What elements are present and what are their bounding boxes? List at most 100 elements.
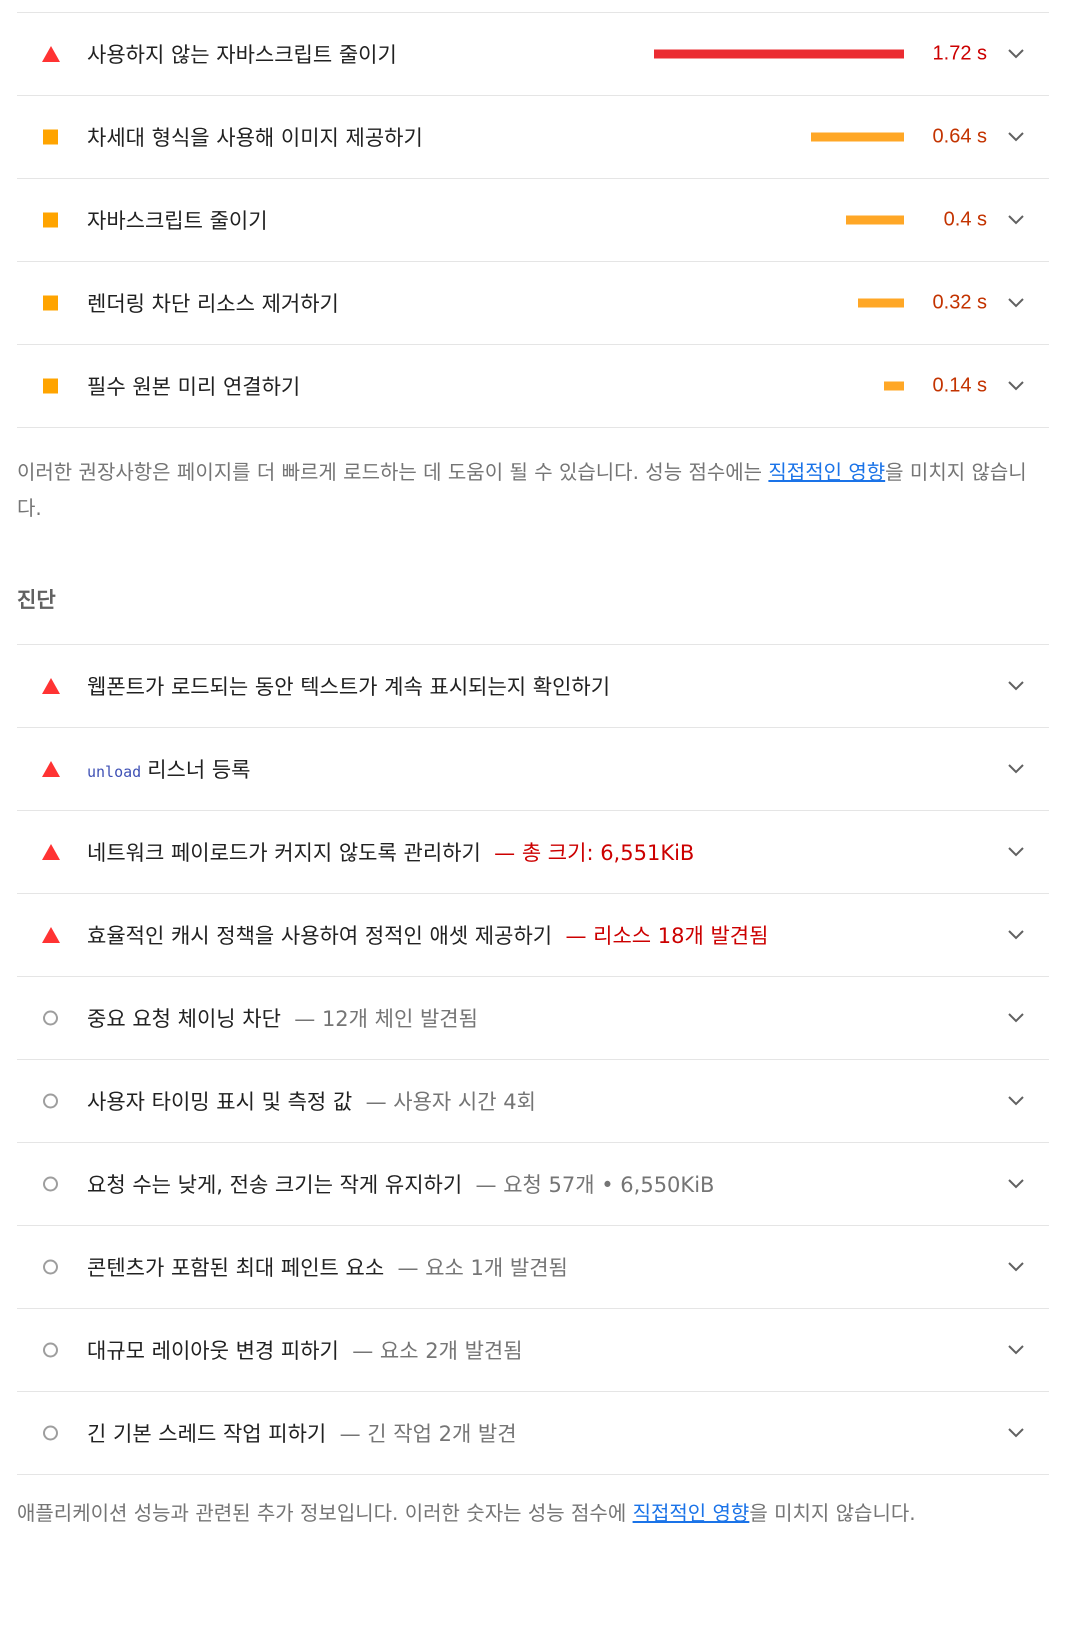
diagnostic-detail: — 12개 체인 발견됨	[294, 1007, 478, 1031]
diagnostic-title: 리스너 등록	[147, 758, 251, 782]
opportunity-title: 사용하지 않는 자바스크립트 줄이기	[87, 43, 397, 67]
diagnostics-note-suffix: 을 미치지 않습니다.	[749, 1501, 916, 1525]
diagnostic-title: 긴 기본 스레드 작업 피하기	[87, 1422, 327, 1446]
chevron-down-icon[interactable]	[1007, 846, 1025, 858]
diagnostic-title-wrap: 효율적인 캐시 정책을 사용하여 정적인 애셋 제공하기 — 리소스 18개 발…	[87, 920, 768, 950]
diagnostic-row[interactable]: 콘텐츠가 포함된 최대 페인트 요소 — 요소 1개 발견됨	[17, 1226, 1049, 1309]
diagnostic-title-wrap: 네트워크 페이로드가 커지지 않도록 관리하기 — 총 크기: 6,551KiB	[87, 837, 694, 867]
average-square-icon	[43, 295, 58, 311]
opportunity-title: 필수 원본 미리 연결하기	[87, 375, 301, 399]
savings-bar	[654, 49, 904, 59]
diagnostic-row[interactable]: unload 리스너 등록	[17, 728, 1049, 811]
savings-time: 0.64 s	[932, 125, 987, 148]
diagnostic-row[interactable]: 대규모 레이아웃 변경 피하기 — 요소 2개 발견됨	[17, 1309, 1049, 1392]
direct-impact-link[interactable]: 직접적인 영향	[768, 460, 885, 484]
savings-bar	[845, 215, 904, 225]
info-circle-icon	[43, 1176, 58, 1192]
diagnostic-row[interactable]: 중요 요청 체이닝 차단 — 12개 체인 발견됨	[17, 977, 1049, 1060]
chevron-down-icon[interactable]	[1007, 1261, 1025, 1273]
opportunity-row[interactable]: 렌더링 차단 리소스 제거하기 0.32 s	[17, 262, 1049, 345]
savings-bar-track	[644, 215, 904, 225]
diagnostic-title: 콘텐츠가 포함된 최대 페인트 요소	[87, 1256, 385, 1280]
average-square-icon	[43, 212, 58, 228]
savings-bar-track	[644, 298, 904, 308]
diagnostics-list: 웹폰트가 로드되는 동안 텍스트가 계속 표시되는지 확인하기 unload 리스너…	[17, 644, 1049, 1475]
diagnostic-title-wrap: 웹폰트가 로드되는 동안 텍스트가 계속 표시되는지 확인하기	[87, 671, 610, 701]
diagnostic-title: 사용자 타이밍 표시 및 측정 값	[87, 1090, 353, 1114]
chevron-down-icon[interactable]	[1007, 1427, 1025, 1439]
diagnostic-title-wrap: 대규모 레이아웃 변경 피하기 — 요소 2개 발견됨	[87, 1335, 523, 1365]
opportunities-note-text: 이러한 권장사항은 페이지를 더 빠르게 로드하는 데 도움이 될 수 있습니다…	[17, 460, 769, 484]
savings-time: 1.72 s	[932, 42, 987, 65]
diagnostic-row[interactable]: 효율적인 캐시 정책을 사용하여 정적인 애셋 제공하기 — 리소스 18개 발…	[17, 894, 1049, 977]
savings-bar	[811, 132, 904, 142]
info-circle-icon	[43, 1093, 58, 1109]
fail-triangle-icon	[42, 678, 60, 694]
savings-bar	[857, 298, 904, 308]
opportunity-row[interactable]: 차세대 형식을 사용해 이미지 제공하기 0.64 s	[17, 96, 1049, 179]
opportunity-title: 렌더링 차단 리소스 제거하기	[87, 292, 339, 316]
chevron-down-icon[interactable]	[1007, 48, 1025, 60]
diagnostic-row[interactable]: 요청 수는 낮게, 전송 크기는 작게 유지하기 — 요청 57개 • 6,55…	[17, 1143, 1049, 1226]
diagnostic-detail: — 요소 1개 발견됨	[397, 1256, 568, 1280]
diagnostic-detail: — 긴 작업 2개 발견	[339, 1422, 517, 1446]
diagnostic-title: 대규모 레이아웃 변경 피하기	[87, 1339, 339, 1363]
diagnostic-title-wrap: 콘텐츠가 포함된 최대 페인트 요소 — 요소 1개 발견됨	[87, 1252, 568, 1282]
savings-bar-track	[644, 49, 904, 59]
opportunity-row[interactable]: 사용하지 않는 자바스크립트 줄이기 1.72 s	[17, 13, 1049, 96]
diagnostic-detail: — 총 크기: 6,551KiB	[494, 841, 695, 865]
average-square-icon	[43, 129, 58, 145]
savings-time: 0.32 s	[932, 291, 987, 314]
fail-triangle-icon	[42, 46, 60, 62]
diagnostic-detail: — 사용자 시간 4회	[365, 1090, 536, 1114]
opportunities-note: 이러한 권장사항은 페이지를 더 빠르게 로드하는 데 도움이 될 수 있습니다…	[17, 428, 1049, 526]
chevron-down-icon[interactable]	[1007, 680, 1025, 692]
diagnostic-title-wrap: 긴 기본 스레드 작업 피하기 — 긴 작업 2개 발견	[87, 1418, 517, 1448]
diagnostics-note-text: 애플리케이션 성능과 관련된 추가 정보입니다. 이러한 숫자는 성능 점수에	[17, 1501, 633, 1525]
diagnostic-detail: — 요청 57개 • 6,550KiB	[475, 1173, 715, 1197]
audit-panel: 사용하지 않는 자바스크립트 줄이기 1.72 s 차세대 형식을 사용해 이미지 …	[0, 12, 1066, 1531]
savings-time: 0.14 s	[932, 374, 987, 397]
diagnostic-title: 효율적인 캐시 정책을 사용하여 정적인 애셋 제공하기	[87, 924, 553, 948]
chevron-down-icon[interactable]	[1007, 1178, 1025, 1190]
chevron-down-icon[interactable]	[1007, 1095, 1025, 1107]
info-circle-icon	[43, 1010, 58, 1026]
diagnostic-detail: — 요소 2개 발견됨	[352, 1339, 523, 1363]
info-circle-icon	[43, 1259, 58, 1275]
diagnostic-row[interactable]: 긴 기본 스레드 작업 피하기 — 긴 작업 2개 발견	[17, 1392, 1049, 1475]
opportunity-row[interactable]: 자바스크립트 줄이기 0.4 s	[17, 179, 1049, 262]
chevron-down-icon[interactable]	[1007, 131, 1025, 143]
chevron-down-icon[interactable]	[1007, 214, 1025, 226]
chevron-down-icon[interactable]	[1007, 1012, 1025, 1024]
chevron-down-icon[interactable]	[1007, 929, 1025, 941]
diagnostic-detail: — 리소스 18개 발견됨	[565, 924, 769, 948]
diagnostic-row[interactable]: 사용자 타이밍 표시 및 측정 값 — 사용자 시간 4회	[17, 1060, 1049, 1143]
diagnostic-title: 요청 수는 낮게, 전송 크기는 작게 유지하기	[87, 1173, 463, 1197]
savings-bar	[883, 381, 904, 391]
fail-triangle-icon	[42, 927, 60, 943]
diagnostic-title-wrap: unload 리스너 등록	[87, 754, 250, 784]
savings-bar-track	[644, 381, 904, 391]
diagnostic-row[interactable]: 네트워크 페이로드가 커지지 않도록 관리하기 — 총 크기: 6,551KiB	[17, 811, 1049, 894]
chevron-down-icon[interactable]	[1007, 763, 1025, 775]
savings-bar-track	[644, 132, 904, 142]
fail-triangle-icon	[42, 844, 60, 860]
opportunity-title: 자바스크립트 줄이기	[87, 209, 268, 233]
diagnostics-note: 애플리케이션 성능과 관련된 추가 정보입니다. 이러한 숫자는 성능 점수에 …	[17, 1475, 1049, 1531]
info-circle-icon	[43, 1425, 58, 1441]
average-square-icon	[43, 378, 58, 394]
fail-triangle-icon	[42, 761, 60, 777]
diagnostic-title: 네트워크 페이로드가 커지지 않도록 관리하기	[87, 841, 481, 865]
info-circle-icon	[43, 1342, 58, 1358]
chevron-down-icon[interactable]	[1007, 297, 1025, 309]
savings-time: 0.4 s	[943, 208, 987, 231]
opportunity-row[interactable]: 필수 원본 미리 연결하기 0.14 s	[17, 345, 1049, 428]
diagnostic-title: 중요 요청 체이닝 차단	[87, 1007, 281, 1031]
diagnostic-title-wrap: 사용자 타이밍 표시 및 측정 값 — 사용자 시간 4회	[87, 1086, 536, 1116]
diagnostic-code: unload	[87, 763, 142, 781]
direct-impact-link[interactable]: 직접적인 영향	[633, 1501, 750, 1525]
diagnostic-row[interactable]: 웹폰트가 로드되는 동안 텍스트가 계속 표시되는지 확인하기	[17, 645, 1049, 728]
diagnostic-title: 웹폰트가 로드되는 동안 텍스트가 계속 표시되는지 확인하기	[87, 675, 611, 699]
chevron-down-icon[interactable]	[1007, 1344, 1025, 1356]
chevron-down-icon[interactable]	[1007, 380, 1025, 392]
